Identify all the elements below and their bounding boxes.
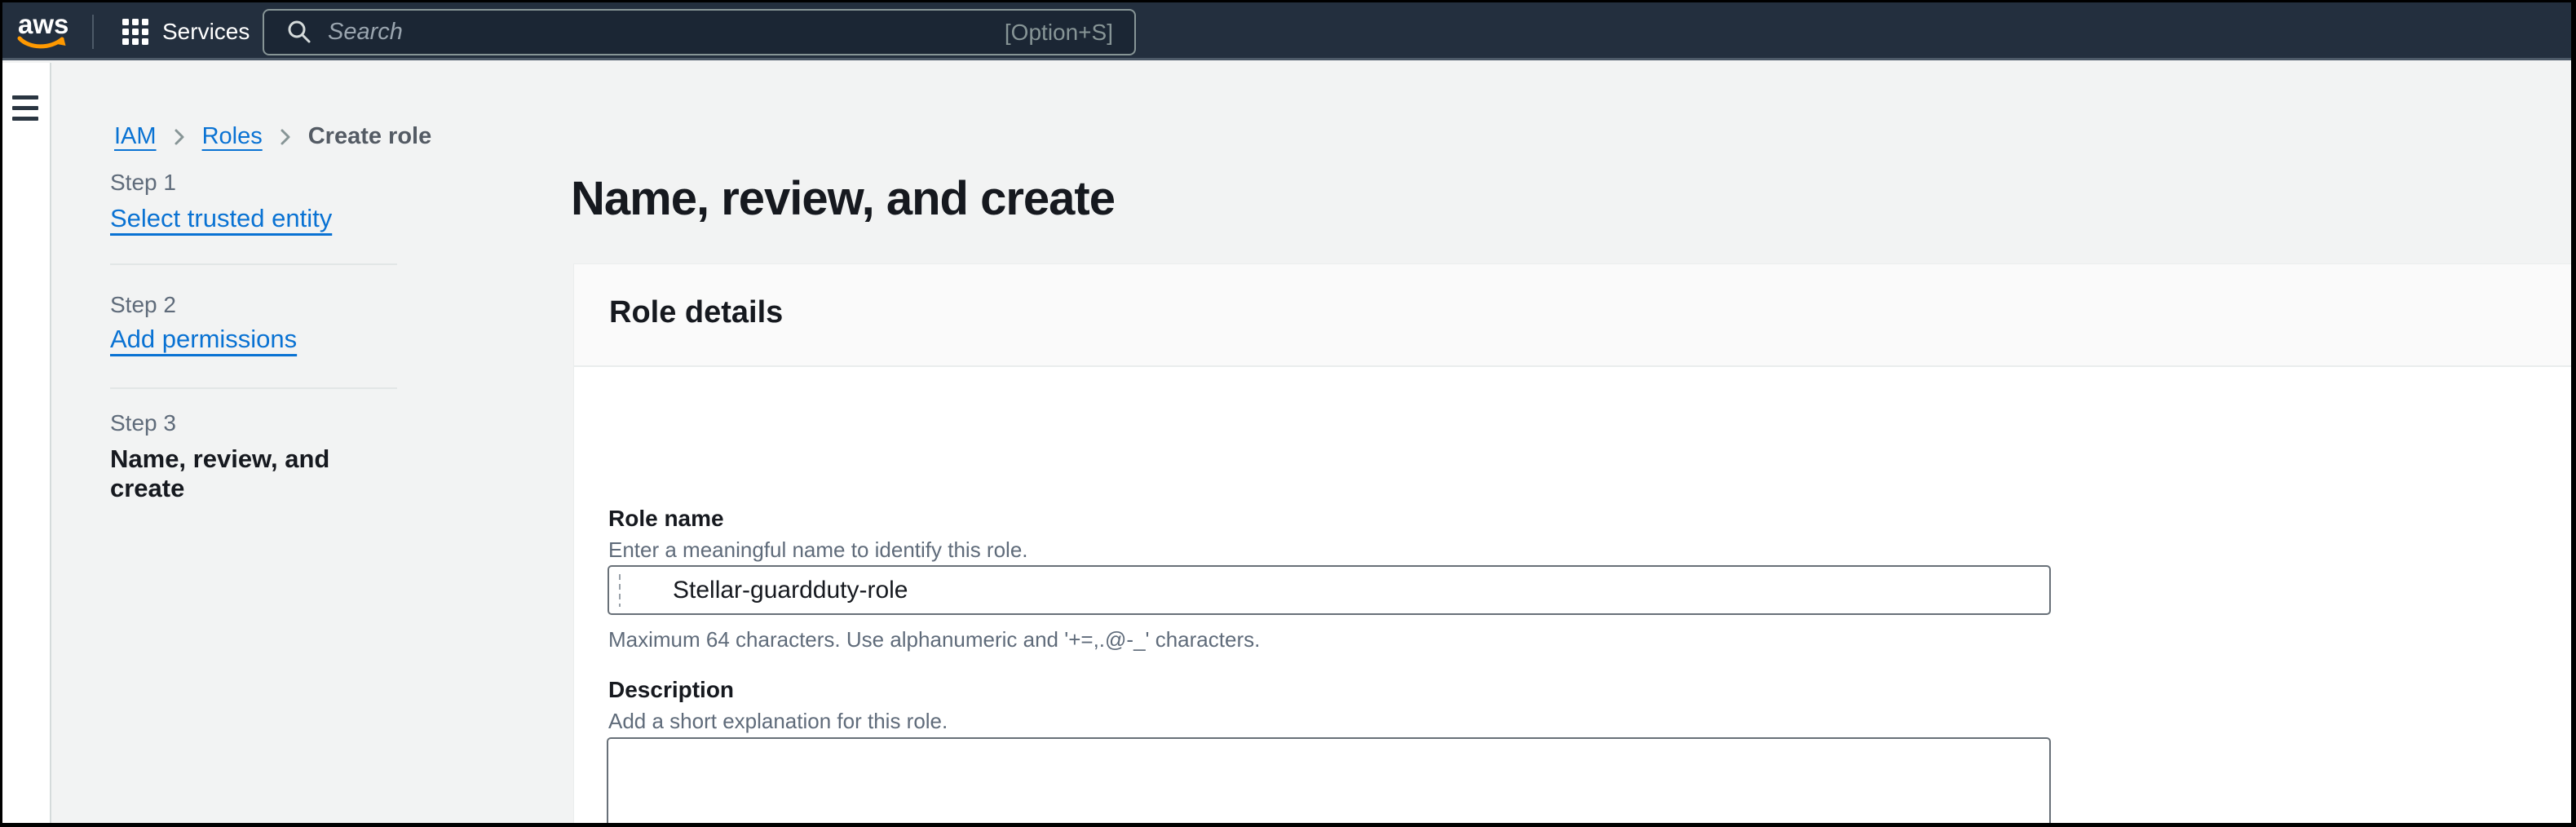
role-name-label: Role name (608, 506, 724, 532)
services-label: Services (162, 19, 250, 45)
role-details-panel-header: Role details (574, 264, 2571, 367)
side-navigation-strip (2, 63, 51, 823)
role-details-title: Role details (609, 295, 783, 330)
breadcrumb: IAM Roles Create role (114, 123, 431, 150)
step-divider (110, 387, 397, 389)
step-1-label: Step 1 (110, 170, 176, 196)
menu-hamburger-icon[interactable] (12, 95, 38, 125)
search-shortcut-hint: [Option+S] (1005, 20, 1113, 46)
role-details-panel-body: Role name Enter a meaningful name to ide… (574, 369, 2571, 823)
breadcrumb-roles[interactable]: Roles (202, 123, 263, 150)
chevron-right-icon (280, 127, 291, 147)
services-grid-icon (122, 19, 148, 45)
role-name-help-text: Enter a meaningful name to identify this… (608, 537, 1028, 563)
aws-logo[interactable]: aws (16, 12, 68, 53)
chevron-right-icon (174, 127, 185, 147)
breadcrumb-iam[interactable]: IAM (114, 123, 157, 150)
app-window: aws Services Sear (2, 2, 2571, 823)
topbar-divider (92, 15, 94, 49)
step-3-label: Step 3 (110, 410, 176, 436)
description-label: Description (608, 677, 734, 703)
step-1-link-select-trusted-entity[interactable]: Select trusted entity (110, 204, 332, 233)
aws-smile-icon (16, 35, 68, 53)
role-details-panel: Role details Role name Enter a meaningfu… (573, 263, 2571, 823)
role-name-constraint-text: Maximum 64 characters. Use alphanumeric … (608, 627, 1260, 652)
search-placeholder: Search (328, 19, 1005, 46)
step-3-current-name-review-create: Name, review, and create (110, 444, 397, 503)
step-2-link-add-permissions[interactable]: Add permissions (110, 325, 297, 354)
services-menu-button[interactable]: Services (122, 2, 250, 60)
role-name-input[interactable] (608, 565, 2051, 615)
breadcrumb-create-role: Create role (308, 123, 432, 150)
step-2-label: Step 2 (110, 292, 176, 318)
search-input[interactable]: Search [Option+S] (263, 9, 1136, 55)
top-navigation-bar: aws Services Sear (2, 2, 2571, 60)
description-help-text: Add a short explanation for this role. (608, 709, 948, 734)
page-title: Name, review, and create (571, 171, 1115, 226)
step-divider (110, 263, 397, 265)
search-icon (285, 19, 313, 46)
description-textarea[interactable] (607, 737, 2051, 823)
